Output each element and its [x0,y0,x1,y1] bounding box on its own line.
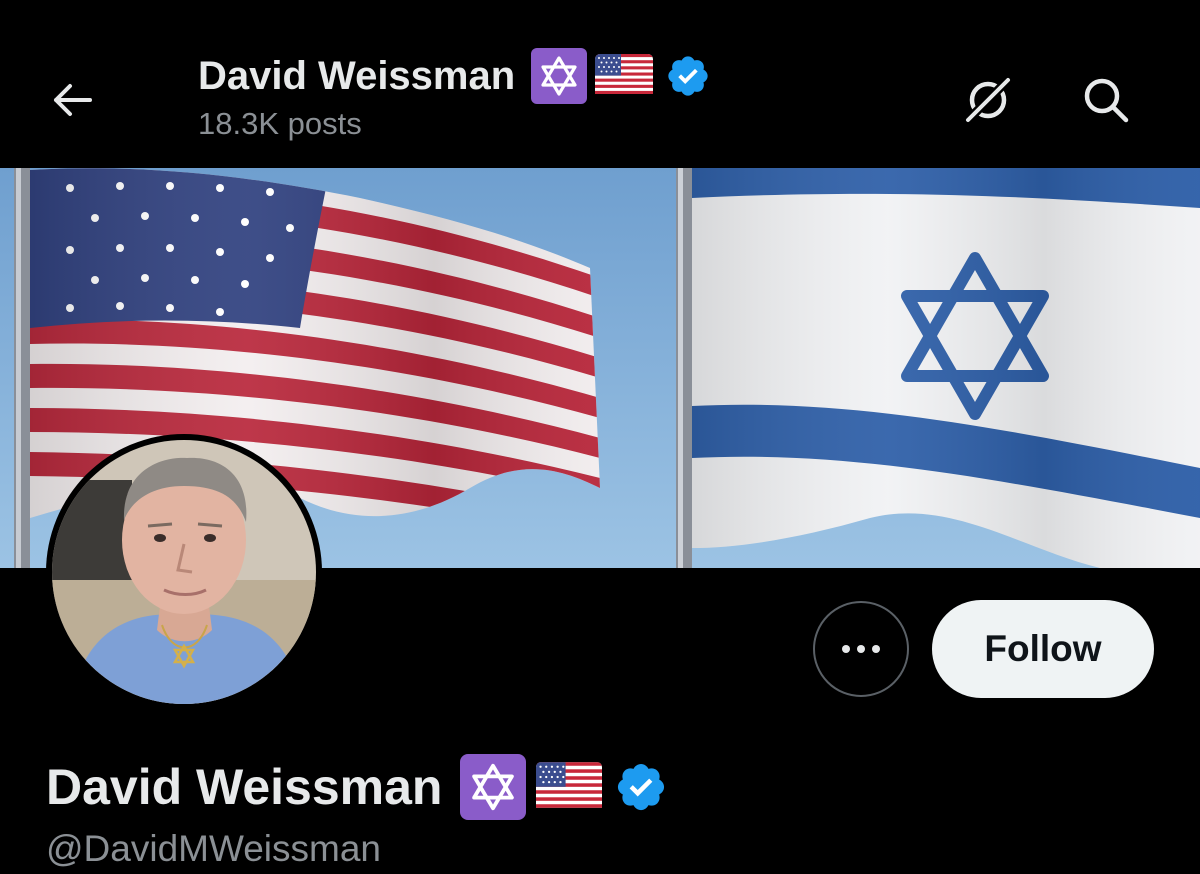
profile-display-name: David Weissman [46,759,443,815]
header-display-name: David Weissman [198,53,516,98]
star-of-david-icon [531,48,588,104]
us-flag-icon [536,761,603,813]
more-dot-icon [842,645,850,653]
profile-header-bar: David Weissman 18.3K posts [0,0,1200,168]
verified-badge-icon[interactable] [665,53,711,99]
arrow-left-icon [54,84,92,116]
us-flag-icon [595,53,654,99]
follow-button[interactable]: Follow [932,600,1154,698]
profile-avatar[interactable] [46,434,322,710]
header-title-block: David Weissman 18.3K posts [198,48,711,142]
profile-name-row: David Weissman [46,752,668,822]
verified-badge-icon[interactable] [614,760,668,814]
grok-button[interactable] [958,72,1018,128]
grok-icon [962,74,1014,126]
search-button[interactable] [1076,72,1136,128]
more-options-button[interactable] [813,601,909,697]
more-dot-icon [872,645,880,653]
back-button[interactable] [44,72,100,128]
search-icon [1084,78,1129,123]
profile-handle: @DavidMWeissman [46,828,382,869]
posts-count: 18.3K posts [198,106,362,141]
more-dot-icon [857,645,865,653]
star-of-david-icon [460,754,527,820]
